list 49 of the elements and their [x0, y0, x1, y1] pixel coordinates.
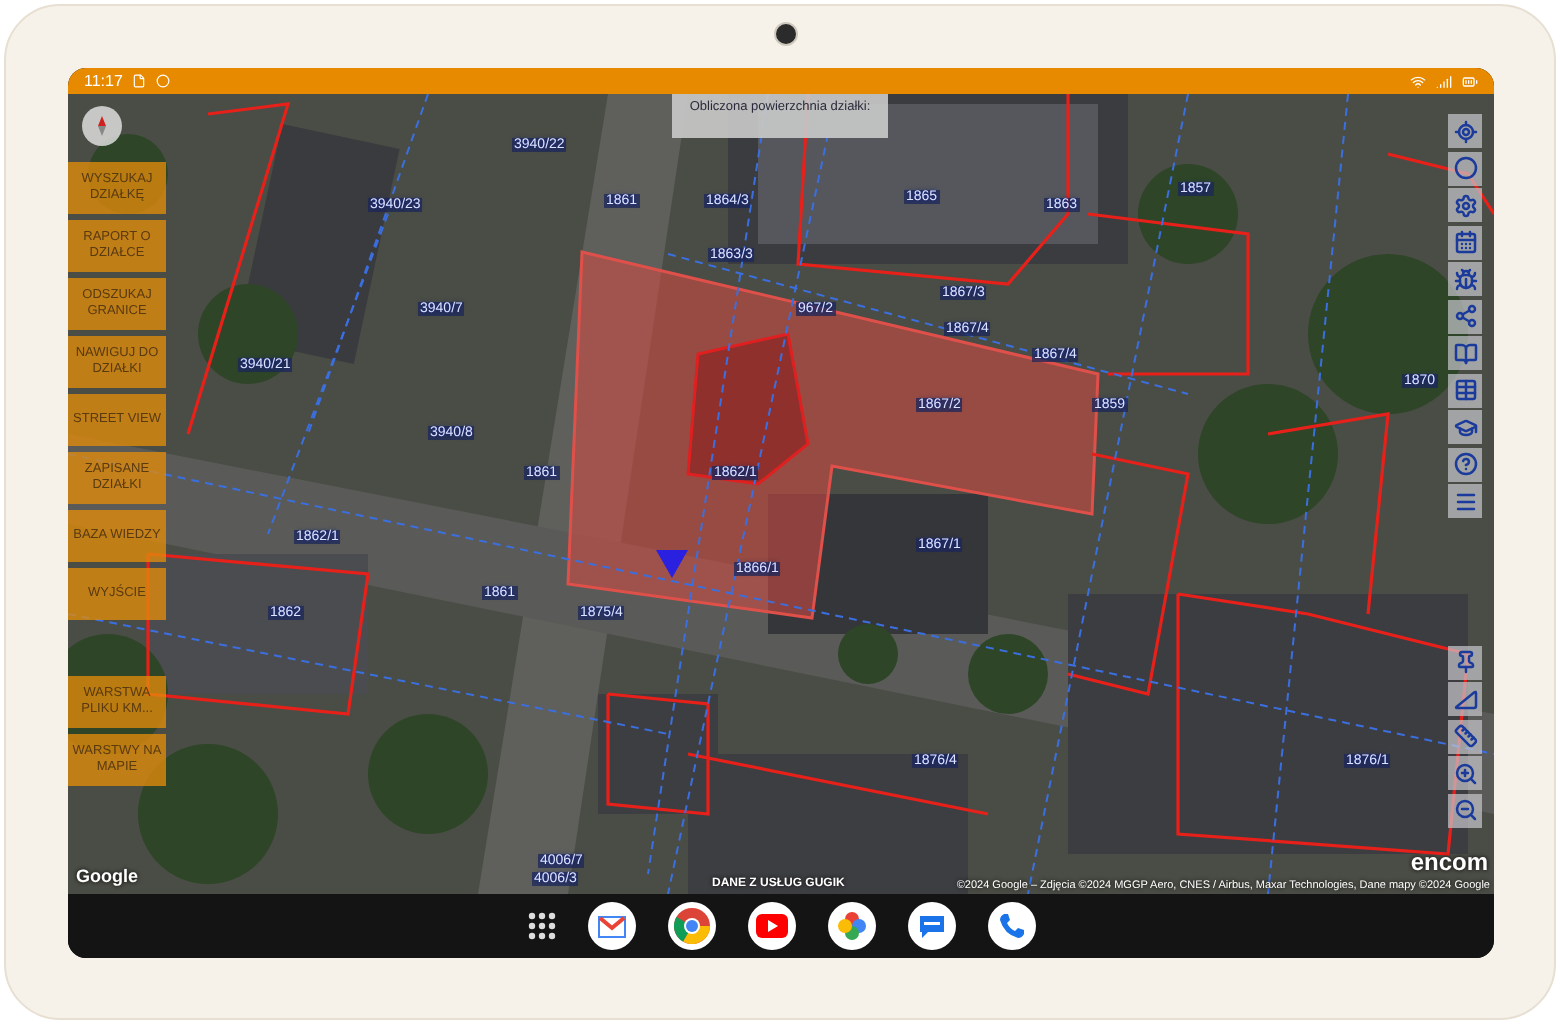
tool-button[interactable]: [1448, 299, 1482, 333]
phone-app-icon[interactable]: [987, 902, 1035, 950]
provider-logo: Google: [76, 866, 138, 886]
wifi-icon: [1410, 73, 1426, 89]
tool-button[interactable]: [1448, 262, 1482, 296]
circle-icon: [1453, 156, 1477, 180]
messages-app-icon[interactable]: [907, 902, 955, 950]
zoom-out-icon: [1453, 798, 1477, 822]
tool-button[interactable]: [1448, 793, 1482, 827]
graduation-cap-icon: [1453, 415, 1477, 439]
sd-card-icon: [132, 74, 147, 88]
tool-button[interactable]: [1448, 151, 1482, 185]
pin-icon: [1453, 650, 1477, 674]
bug-icon: [1453, 267, 1477, 291]
tool-button[interactable]: [1448, 484, 1482, 518]
status-time: 11:17: [84, 72, 123, 90]
settings-icon: [1453, 193, 1477, 217]
signal-icon: [1436, 73, 1452, 89]
pinwheel-app-icon[interactable]: [827, 902, 875, 950]
triangle-ruler-icon: [1453, 687, 1477, 711]
app-grid-icon[interactable]: [527, 912, 555, 940]
calendar-icon: [1453, 230, 1477, 254]
locate-icon: [1453, 119, 1477, 143]
book-icon: [1453, 341, 1477, 365]
location-marker-icon: [656, 550, 688, 578]
ruler-icon: [1453, 724, 1477, 748]
tool-button[interactable]: [1448, 719, 1482, 753]
mail-app-icon[interactable]: [587, 902, 635, 950]
tool-button[interactable]: [1448, 114, 1482, 148]
notification-icon: [156, 74, 171, 88]
share-icon: [1453, 304, 1477, 328]
tool-button[interactable]: [1448, 756, 1482, 790]
tool-button[interactable]: [1448, 447, 1482, 481]
brand-logo: encom: [1410, 848, 1488, 876]
tool-button[interactable]: [1448, 410, 1482, 444]
tool-button[interactable]: [1448, 336, 1482, 370]
video-app-icon[interactable]: [747, 902, 795, 950]
help-icon: [1453, 452, 1477, 476]
zoom-in-icon: [1453, 761, 1477, 785]
tool-button[interactable]: [1448, 373, 1482, 407]
table-icon: [1453, 378, 1477, 402]
battery-icon: [1462, 73, 1478, 89]
tool-button[interactable]: [1448, 645, 1482, 679]
camera-icon: [774, 22, 798, 46]
tool-button[interactable]: [1448, 188, 1482, 222]
browser-app-icon[interactable]: [667, 902, 715, 950]
tool-button[interactable]: [1448, 682, 1482, 716]
tool-button[interactable]: [1448, 225, 1482, 259]
menu-icon: [1453, 489, 1477, 513]
